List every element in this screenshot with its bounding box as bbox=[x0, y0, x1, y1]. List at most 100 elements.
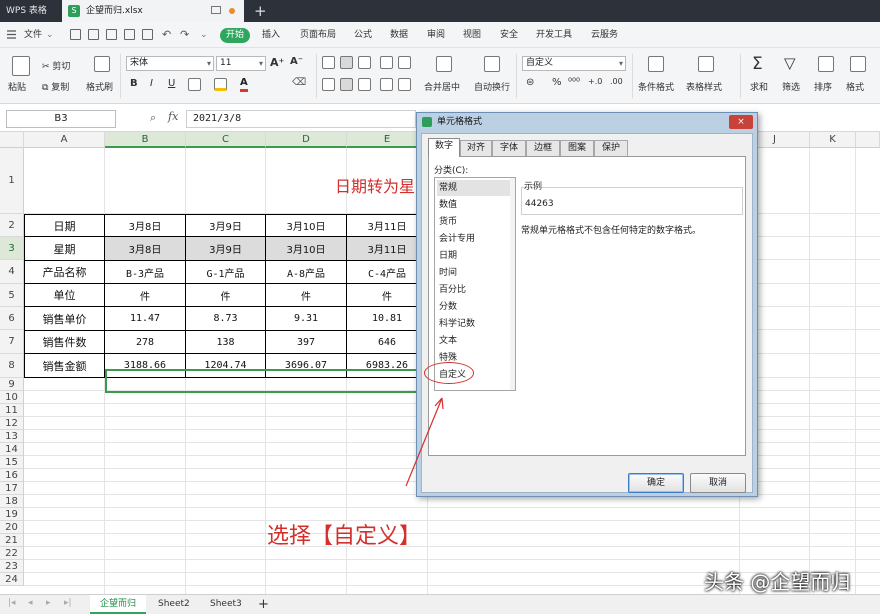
table-cell[interactable]: 11.47 bbox=[105, 307, 186, 331]
copy-button[interactable]: ⧉ 复制 bbox=[42, 80, 69, 93]
column-header-d[interactable]: D bbox=[266, 132, 347, 148]
tab-security[interactable]: 安全 bbox=[500, 22, 518, 48]
increase-font-icon[interactable]: A⁺ bbox=[270, 56, 284, 69]
tab-home[interactable]: 开始 bbox=[220, 28, 251, 43]
row-header-13[interactable]: 13 bbox=[0, 430, 24, 443]
tab-developer[interactable]: 开发工具 bbox=[536, 22, 572, 48]
table-row-label[interactable]: 产品名称 bbox=[24, 261, 105, 284]
italic-button[interactable]: I bbox=[150, 78, 153, 89]
sort-button[interactable]: 排序 bbox=[814, 80, 832, 93]
sum-icon[interactable]: Σ bbox=[752, 54, 763, 74]
format-icon[interactable] bbox=[850, 56, 866, 72]
tab-insert[interactable]: 插入 bbox=[262, 22, 280, 48]
first-sheet-icon[interactable]: |◂ bbox=[8, 598, 16, 608]
font-name-select[interactable]: 宋体 bbox=[126, 56, 214, 71]
hamburger-icon[interactable] bbox=[6, 29, 17, 40]
row-header-6[interactable]: 6 bbox=[0, 307, 24, 330]
align-center-icon[interactable] bbox=[340, 78, 353, 91]
name-box[interactable]: B3 bbox=[6, 110, 116, 128]
sheet-tab-2[interactable]: Sheet2 bbox=[148, 595, 200, 614]
tab-page-layout[interactable]: 页面布局 bbox=[300, 22, 336, 48]
conditional-format-button[interactable]: 条件格式 bbox=[638, 80, 674, 93]
row-header-8[interactable]: 8 bbox=[0, 354, 24, 378]
filter-button[interactable]: 筛选 bbox=[782, 80, 800, 93]
ok-button[interactable]: 确定 bbox=[628, 473, 684, 493]
tab-formulas[interactable]: 公式 bbox=[354, 22, 372, 48]
table-cell[interactable]: 件 bbox=[105, 284, 186, 307]
filter-icon[interactable]: ▽ bbox=[784, 54, 796, 72]
align-top-icon[interactable] bbox=[322, 56, 335, 69]
tab-data[interactable]: 数据 bbox=[390, 22, 408, 48]
category-item[interactable]: 货币 bbox=[437, 214, 513, 230]
table-row-label[interactable]: 星期 bbox=[24, 237, 105, 261]
select-all-corner[interactable] bbox=[0, 132, 24, 148]
row-header-21[interactable]: 21 bbox=[0, 534, 24, 547]
row-header-17[interactable]: 17 bbox=[0, 482, 24, 495]
save-icon[interactable] bbox=[88, 29, 99, 40]
table-row-label[interactable]: 销售件数 bbox=[24, 331, 105, 354]
justify-icon[interactable] bbox=[380, 78, 393, 91]
close-button[interactable]: × bbox=[729, 115, 753, 129]
table-cell[interactable]: 8.73 bbox=[186, 307, 266, 331]
row-header-14[interactable]: 14 bbox=[0, 443, 24, 456]
export-icon[interactable] bbox=[106, 29, 117, 40]
undo-icon[interactable]: ↶ bbox=[162, 22, 171, 48]
table-row-label[interactable]: 销售金额 bbox=[24, 354, 105, 378]
tab-border[interactable]: 边框 bbox=[526, 140, 560, 156]
column-header-k[interactable]: K bbox=[810, 132, 856, 148]
row-header-9[interactable]: 9 bbox=[0, 378, 24, 391]
table-cell[interactable]: 278 bbox=[105, 331, 186, 354]
row-header-24[interactable]: 24 bbox=[0, 573, 24, 586]
add-sheet-button[interactable]: + bbox=[248, 595, 279, 614]
font-color-icon[interactable]: A bbox=[240, 77, 248, 92]
category-item[interactable]: 日期 bbox=[437, 248, 513, 264]
wrap-text-button[interactable]: 自动换行 bbox=[474, 80, 510, 93]
print-icon[interactable] bbox=[124, 29, 135, 40]
align-left-icon[interactable] bbox=[322, 78, 335, 91]
table-row-label[interactable]: 销售单价 bbox=[24, 307, 105, 331]
fill-color-icon[interactable] bbox=[214, 78, 227, 91]
table-cell[interactable]: G-1产品 bbox=[186, 261, 266, 284]
row-header-2[interactable]: 2 bbox=[0, 214, 24, 237]
table-style-button[interactable]: 表格样式 bbox=[686, 80, 722, 93]
category-item[interactable]: 科学记数 bbox=[437, 316, 513, 332]
format-painter-icon[interactable] bbox=[94, 56, 110, 72]
next-sheet-icon[interactable]: ▸ bbox=[46, 598, 51, 608]
category-item[interactable]: 文本 bbox=[437, 333, 513, 349]
row-header-1[interactable]: 1 bbox=[0, 148, 24, 214]
percent-icon[interactable]: % bbox=[552, 77, 562, 88]
category-item[interactable]: 分数 bbox=[437, 299, 513, 315]
chevron-down-icon[interactable]: ⌄ bbox=[46, 22, 54, 48]
category-list-scrollbar[interactable] bbox=[510, 178, 515, 390]
row-header-23[interactable]: 23 bbox=[0, 560, 24, 573]
monitor-icon[interactable] bbox=[211, 6, 221, 14]
last-sheet-icon[interactable]: ▸| bbox=[64, 598, 72, 608]
row-header-19[interactable]: 19 bbox=[0, 508, 24, 521]
merge-center-button[interactable]: 合并居中 bbox=[424, 80, 460, 93]
row-header-18[interactable]: 18 bbox=[0, 495, 24, 508]
sort-icon[interactable] bbox=[818, 56, 834, 72]
paste-icon[interactable] bbox=[12, 56, 30, 76]
dialog-title-bar[interactable]: 单元格格式 bbox=[417, 113, 757, 131]
file-tab[interactable]: S 企望而归.xlsx bbox=[62, 0, 244, 22]
conditional-format-icon[interactable] bbox=[648, 56, 664, 72]
sum-button[interactable]: 求和 bbox=[750, 80, 768, 93]
cancel-button[interactable]: 取消 bbox=[690, 473, 746, 493]
number-format-select[interactable]: 自定义 bbox=[522, 56, 626, 71]
row-header-4[interactable]: 4 bbox=[0, 260, 24, 284]
row-header-16[interactable]: 16 bbox=[0, 469, 24, 482]
sheet-title[interactable]: 日期转为星 bbox=[335, 173, 415, 197]
category-item[interactable]: 数值 bbox=[437, 197, 513, 213]
underline-button[interactable]: U bbox=[168, 78, 175, 89]
open-folder-icon[interactable] bbox=[70, 29, 81, 40]
table-cell[interactable]: B-3产品 bbox=[105, 261, 186, 284]
decrease-decimal-icon[interactable]: .00 bbox=[610, 77, 623, 86]
table-row-label[interactable]: 单位 bbox=[24, 284, 105, 307]
table-cell[interactable]: 3月9日 bbox=[186, 214, 266, 237]
category-item[interactable]: 时间 bbox=[437, 265, 513, 281]
bold-button[interactable]: B bbox=[130, 78, 138, 89]
increase-decimal-icon[interactable]: +.0 bbox=[588, 77, 602, 86]
format-painter-button[interactable]: 格式刷 bbox=[86, 80, 113, 93]
row-header-3[interactable]: 3 bbox=[0, 237, 24, 260]
fx-icon[interactable]: fx bbox=[168, 110, 178, 123]
